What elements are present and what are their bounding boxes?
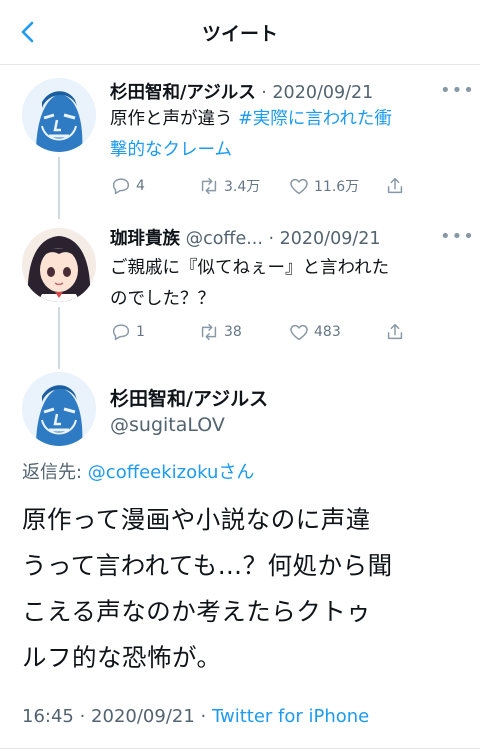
avatar-sugita[interactable]	[22, 78, 96, 152]
more-options-icon[interactable]: •••	[440, 80, 475, 101]
avatar-sugita[interactable]	[22, 372, 96, 446]
separator: ·	[194, 706, 212, 727]
tweet-metadata: 16:45 · 2020/09/21 · Twitter for iPhone	[22, 706, 369, 727]
text-line: ルフ的な恐怖が。	[22, 643, 222, 672]
focused-author-handle[interactable]: @sugitaLOV	[110, 414, 225, 436]
like-count: 483	[314, 324, 341, 340]
more-options-icon[interactable]: •••	[440, 226, 475, 247]
retweet-count: 38	[224, 324, 242, 340]
hashtag-link[interactable]: #実際に言われた衝	[238, 109, 392, 129]
hashtag-link-cont[interactable]: 撃的なクレーム	[110, 140, 232, 160]
retweet-button[interactable]: 3.4万	[198, 175, 260, 197]
like-button[interactable]: 483	[288, 321, 341, 343]
separator: ·	[261, 83, 273, 103]
tweet-2-header: 珈琲貴族 @coffe... · 2020/09/21	[110, 225, 381, 250]
share-icon	[387, 323, 403, 340]
author-handle[interactable]: @coffe...	[186, 229, 263, 249]
divider	[0, 748, 480, 749]
tweet-date[interactable]: 2020/09/21	[272, 83, 373, 103]
reply-mention-link[interactable]: @coffeekizoku	[88, 462, 219, 483]
reply-icon	[112, 178, 130, 195]
retweet-button[interactable]: 38	[198, 321, 242, 343]
heart-icon	[290, 178, 308, 195]
text-line: こえる声なのか考えたらクトゥ	[22, 597, 372, 626]
reply-suffix[interactable]: さん	[218, 462, 254, 483]
client-link[interactable]: Twitter for iPhone	[212, 706, 369, 727]
reply-count: 1	[136, 324, 145, 340]
reply-count: 4	[136, 178, 145, 194]
retweet-count: 3.4万	[224, 179, 261, 195]
share-icon	[387, 177, 403, 194]
anime-girl-avatar-icon	[22, 228, 96, 302]
focused-tweet-text: 原作って漫画や小説なのに声違 うって言われても…？何処から聞 こえる声なのか考え…	[22, 497, 472, 681]
replying-to: 返信先: @coffeekizokuさん	[22, 458, 254, 484]
text-line: うって言われても…？何処から聞	[22, 551, 393, 580]
reply-button[interactable]: 1	[110, 321, 145, 343]
separator: ·	[268, 229, 280, 249]
tweet-2-actions: 1 38 483	[110, 321, 470, 343]
tweet-1-text: 原作と声が違う #実際に言われた衝 撃的なクレーム	[110, 104, 465, 166]
sugita-portrait-icon	[22, 372, 96, 446]
thread-line	[58, 157, 60, 219]
author-name[interactable]: 珈琲貴族	[110, 229, 180, 249]
tweet-1-actions: 4 3.4万 11.6万	[110, 175, 470, 197]
thread-line	[58, 307, 60, 369]
tweet-2-text: ご親戚に『似てねぇー』と言われた のでした？？	[110, 253, 470, 315]
sugita-portrait-icon	[22, 78, 96, 152]
author-name[interactable]: 杉田智和/アジルス	[110, 83, 256, 103]
avatar-coffee[interactable]	[22, 228, 96, 302]
retweet-icon	[201, 323, 217, 341]
reply-icon	[112, 324, 130, 341]
focused-author-name[interactable]: 杉田智和/アジルス	[110, 384, 268, 411]
heart-icon	[290, 324, 308, 341]
tweet-date[interactable]: 2020/09/21	[280, 229, 381, 249]
tweet-text-plain: 原作と声が違う	[110, 109, 239, 129]
share-button[interactable]	[384, 321, 406, 343]
share-button[interactable]	[384, 175, 406, 197]
reply-prefix: 返信先:	[22, 462, 88, 483]
tweet-1-header: 杉田智和/アジルス · 2020/09/21	[110, 79, 373, 104]
reply-button[interactable]: 4	[110, 175, 145, 197]
tweet-text-line: のでした？？	[110, 289, 215, 309]
separator: ·	[73, 706, 92, 727]
text-line: 原作って漫画や小説なのに声違	[22, 505, 371, 534]
page-title: ツイート	[201, 23, 278, 45]
tweet-time: 16:45	[22, 706, 74, 727]
tweet-date: 2020/09/21	[91, 706, 195, 727]
top-bar: ツイート	[0, 0, 480, 65]
like-button[interactable]: 11.6万	[288, 175, 359, 197]
tweet-text-line: ご親戚に『似てねぇー』と言われた	[110, 258, 390, 278]
like-count: 11.6万	[314, 179, 360, 195]
retweet-icon	[201, 177, 217, 195]
